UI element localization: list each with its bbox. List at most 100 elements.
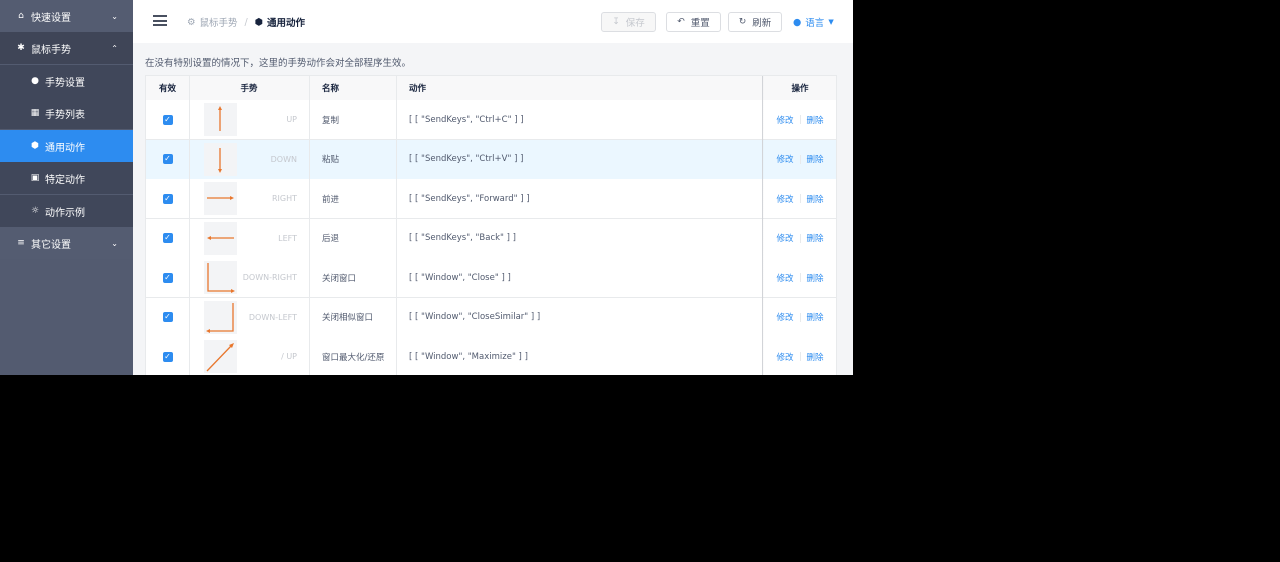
delete-link[interactable]: 删除 — [807, 272, 824, 284]
action-name: 粘贴 — [322, 155, 340, 165]
sidebar-item-label: 特定动作 — [45, 174, 85, 186]
gesture-thumbnail — [204, 103, 237, 136]
action-name: 后退 — [322, 234, 340, 244]
undo-icon: ↶ — [677, 17, 685, 27]
reset-button[interactable]: ↶ 重置 — [666, 12, 721, 32]
edit-link[interactable]: 修改 — [776, 351, 793, 363]
save-button-label: 保存 — [625, 18, 645, 29]
divider — [799, 352, 801, 361]
action-definition: [ [ "Window", "Maximize" ] ] — [409, 351, 528, 362]
sliders-icon: ≡ — [17, 238, 25, 248]
table-row: ✓ UP 复制 [ [ "SendKeys", "Ctrl+C" ] ] 修改 删除 — [146, 100, 836, 140]
delete-link[interactable]: 删除 — [807, 232, 824, 244]
action-definition: [ [ "SendKeys", "Forward" ] ] — [409, 193, 530, 204]
enabled-checkbox[interactable]: ✓ — [162, 114, 173, 125]
palette-icon: ● — [31, 76, 39, 86]
enabled-cell: ✓ — [146, 219, 189, 258]
enabled-checkbox[interactable]: ✓ — [162, 351, 173, 362]
divider — [799, 115, 801, 124]
enabled-cell: ✓ — [146, 258, 189, 297]
breadcrumb: ⚙ 鼠标手势 / ⬢ 通用动作 — [187, 15, 305, 30]
sidebar-item-general-actions[interactable]: ⬢ 通用动作 — [0, 130, 133, 162]
home-icon: ⌂ — [18, 11, 24, 21]
save-button[interactable]: ↧ 保存 — [601, 12, 656, 32]
delete-link[interactable]: 删除 — [807, 153, 824, 165]
enabled-cell: ✓ — [146, 179, 189, 218]
sidebar-item-specific-actions[interactable]: ▣ 特定动作 — [0, 162, 133, 194]
language-label: 语言 — [805, 18, 825, 29]
column-header-operations: 操作 — [791, 84, 809, 94]
language-dropdown[interactable]: ● 语言 ▼ — [793, 15, 834, 30]
gesture-name: / UP — [281, 352, 297, 361]
sidebar-item-label: 其它设置 — [31, 239, 71, 251]
enabled-checkbox[interactable]: ✓ — [162, 193, 173, 204]
divider — [799, 194, 801, 203]
action-definition: [ [ "SendKeys", "Ctrl+V" ] ] — [409, 154, 524, 164]
delete-link[interactable]: 删除 — [807, 311, 824, 323]
gesture-thumbnail — [204, 261, 237, 294]
sidebar-item-action-examples[interactable]: ☼ 动作示例 — [0, 195, 133, 227]
refresh-button-label: 刷新 — [752, 18, 772, 29]
operations-cell: 修改 删除 — [764, 179, 836, 218]
gesture-cell: DOWN-RIGHT — [189, 258, 309, 297]
enabled-checkbox[interactable]: ✓ — [162, 154, 173, 164]
column-header-name: 名称 — [322, 84, 340, 94]
sidebar-item-other-settings[interactable]: ≡ 其它设置 ⌄ — [0, 227, 133, 259]
table-row: ✓ RIGHT 前进 [ [ "SendKeys", "Forward" ] ] 修改 删… — [146, 179, 836, 219]
enabled-checkbox[interactable]: ✓ — [162, 233, 173, 243]
gesture-name: DOWN-RIGHT — [242, 273, 297, 282]
chevron-up-icon: ⌃ — [111, 43, 118, 53]
delete-link[interactable]: 删除 — [807, 351, 824, 363]
sidebar-item-label: 手势列表 — [45, 109, 85, 121]
gesture-thumbnail — [204, 142, 237, 176]
sidebar-item-mouse-gestures[interactable]: ✱ 鼠标手势 ⌃ — [0, 32, 133, 64]
action-name: 窗口最大化/还原 — [322, 352, 385, 363]
column-header-enabled: 有效 — [158, 84, 176, 94]
action-name: 关闭相似窗口 — [322, 313, 374, 323]
operations-cell: 修改 删除 — [764, 258, 836, 297]
gesture-name: UP — [286, 115, 297, 124]
gesture-cell: RIGHT — [189, 179, 309, 218]
bulb-icon: ☼ — [30, 206, 40, 216]
breadcrumb-parent[interactable]: 鼠标手势 — [200, 15, 238, 29]
edit-link[interactable]: 修改 — [776, 114, 793, 126]
chevron-down-icon: ⌄ — [111, 238, 118, 248]
delete-link[interactable]: 删除 — [807, 193, 824, 205]
sidebar-item-quick-settings[interactable]: ⌂ 快速设置 ⌄ — [0, 0, 133, 32]
enabled-cell: ✓ — [146, 337, 189, 375]
enabled-checkbox[interactable]: ✓ — [162, 312, 173, 322]
operations-cell: 修改 删除 — [764, 100, 836, 139]
breadcrumb-separator: / — [244, 16, 248, 28]
sidebar-item-gesture-list[interactable]: ▦ 手势列表 — [0, 97, 133, 129]
enabled-cell: ✓ — [146, 140, 189, 179]
action-definition: [ [ "SendKeys", "Ctrl+C" ] ] — [409, 114, 524, 125]
action-name: 前进 — [322, 194, 340, 205]
page-description: 在没有特别设置的情况下，这里的手势动作会对全部程序生效。 — [145, 58, 412, 69]
divider — [799, 154, 801, 164]
sidebar-item-gesture-settings[interactable]: ● 手势设置 — [0, 65, 133, 97]
edit-link[interactable]: 修改 — [776, 311, 793, 323]
sidebar-item-label: 手势设置 — [45, 77, 85, 89]
actions-table: 有效 手势 名称 动作 操作 ✓ UP 复制 [ [ "SendKeys", "Ctr… — [145, 75, 837, 375]
app-window: ⌂ 快速设置 ⌄ ✱ 鼠标手势 ⌃ ● 手势设置 ▦ 手势列表 ⬢ 通用动作 ▣… — [0, 0, 853, 375]
sidebar-item-label: 鼠标手势 — [31, 44, 71, 56]
divider — [799, 312, 801, 322]
download-icon: ↧ — [612, 17, 620, 27]
enabled-checkbox[interactable]: ✓ — [162, 272, 173, 283]
edit-link[interactable]: 修改 — [776, 232, 793, 244]
menu-icon[interactable] — [153, 15, 167, 26]
gesture-thumbnail — [204, 300, 237, 334]
reset-button-label: 重置 — [690, 18, 710, 29]
edit-link[interactable]: 修改 — [776, 272, 793, 284]
refresh-button[interactable]: ↻ 刷新 — [728, 12, 782, 32]
fixed-column-shadow — [762, 76, 764, 375]
divider — [799, 233, 801, 243]
sidebar-item-label: 快速设置 — [31, 12, 71, 24]
operations-cell: 修改 删除 — [764, 337, 836, 375]
table-row: ✓ / UP 窗口最大化/还原 [ [ "Window", "Maximize" ] … — [146, 337, 836, 375]
enabled-cell: ✓ — [146, 100, 189, 139]
delete-link[interactable]: 删除 — [807, 114, 824, 126]
edit-link[interactable]: 修改 — [776, 153, 793, 165]
edit-link[interactable]: 修改 — [776, 193, 793, 205]
enabled-cell: ✓ — [146, 298, 189, 337]
